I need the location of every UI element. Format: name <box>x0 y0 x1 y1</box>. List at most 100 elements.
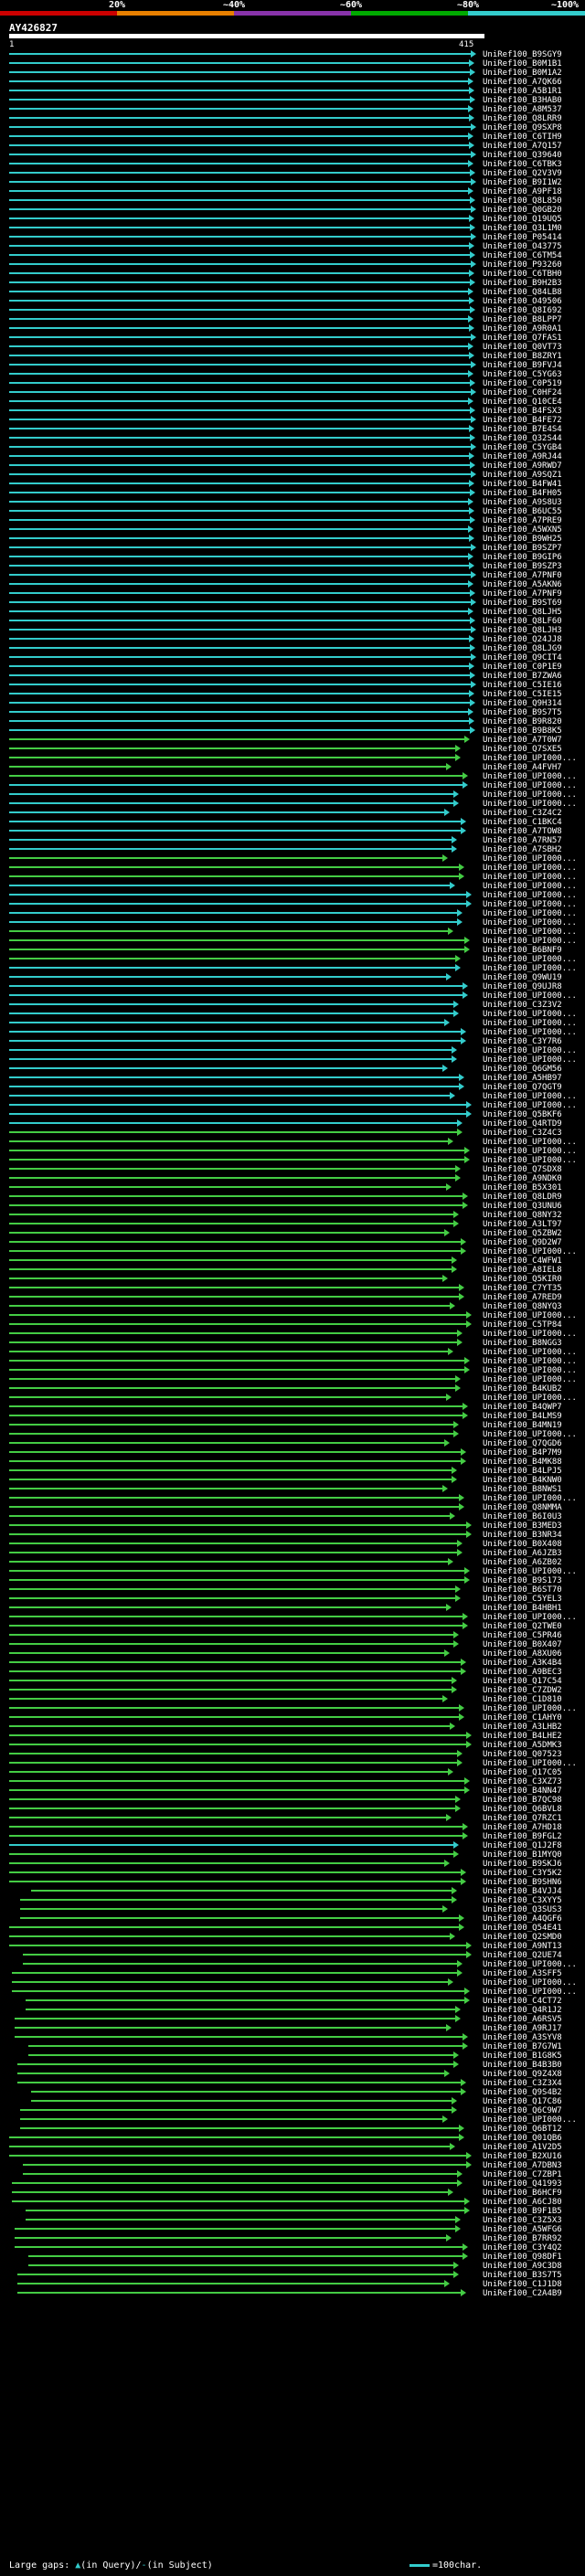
hit-label[interactable]: UniRef100_C6TBH0 <box>483 270 562 279</box>
hit-row[interactable]: UniRef100_Q5BKF6 <box>9 1110 562 1119</box>
hit-row[interactable]: UniRef100_Q3L1M0 <box>9 224 562 233</box>
hit-label[interactable]: UniRef100_Q6GM56 <box>483 1065 562 1074</box>
hit-label[interactable]: UniRef100_A5HB97 <box>483 1074 562 1083</box>
hit-label[interactable]: UniRef100_Q2SMD0 <box>483 1933 562 1942</box>
hit-label[interactable]: UniRef100_C1D810 <box>483 1695 562 1704</box>
hit-row[interactable]: UniRef100_B9FVJ4 <box>9 361 562 370</box>
hit-row[interactable]: UniRef100_C0P519 <box>9 379 562 388</box>
hit-row[interactable]: UniRef100_UPI000... <box>9 754 577 763</box>
hit-label[interactable]: UniRef100_B4FSX3 <box>483 407 562 416</box>
hit-row[interactable]: UniRef100_C1BKC4 <box>9 818 562 827</box>
hit-label[interactable]: UniRef100_Q8LJH5 <box>483 608 562 617</box>
hit-label[interactable]: UniRef100_UPI000... <box>483 928 577 937</box>
hit-row[interactable]: UniRef100_B3HAB0 <box>9 96 562 105</box>
hit-row[interactable]: UniRef100_A8M537 <box>9 105 562 114</box>
hit-row[interactable]: UniRef100_Q9SXP8 <box>9 123 562 133</box>
hit-row[interactable]: UniRef100_C3Z4C3 <box>9 1129 562 1138</box>
hit-row[interactable]: UniRef100_Q6BT12 <box>20 2125 562 2134</box>
hit-row[interactable]: UniRef100_UPI000... <box>9 900 577 909</box>
hit-label[interactable]: UniRef100_B4LHE2 <box>483 1732 562 1741</box>
hit-row[interactable]: UniRef100_UPI000... <box>12 1978 577 1988</box>
hit-row[interactable]: UniRef100_UPI000... <box>9 854 577 864</box>
hit-row[interactable]: UniRef100_A9C3D8 <box>28 2262 562 2271</box>
hit-label[interactable]: UniRef100_A8IEL8 <box>483 1266 562 1275</box>
hit-row[interactable]: UniRef100_A7PRE9 <box>9 516 562 525</box>
hit-label[interactable]: UniRef100_A3LHB2 <box>483 1723 562 1732</box>
hit-row[interactable]: UniRef100_B4FSX3 <box>9 407 562 416</box>
hit-label[interactable]: UniRef100_Q7SDX8 <box>483 1165 562 1174</box>
hit-row[interactable]: UniRef100_Q7QGT9 <box>9 1083 562 1092</box>
hit-label[interactable]: UniRef100_B4FH05 <box>483 489 562 498</box>
hit-row[interactable]: UniRef100_UPI000... <box>9 1613 577 1622</box>
hit-row[interactable]: UniRef100_B4MK88 <box>9 1458 562 1467</box>
hit-label[interactable]: UniRef100_B4KNW0 <box>483 1476 562 1485</box>
hit-label[interactable]: UniRef100_B9GIP6 <box>483 553 562 562</box>
hit-label[interactable]: UniRef100_B9FGL2 <box>483 1832 562 1841</box>
hit-row[interactable]: UniRef100_Q3SUS3 <box>20 1905 562 1914</box>
hit-label[interactable]: UniRef100_C1AHY0 <box>483 1713 562 1723</box>
hit-label[interactable]: UniRef100_A3LT97 <box>483 1220 562 1229</box>
hit-label[interactable]: UniRef100_A6JZB3 <box>483 1549 562 1558</box>
hit-row[interactable]: UniRef100_C3Y5K2 <box>9 1869 562 1878</box>
hit-label[interactable]: UniRef100_Q9D2W7 <box>483 1238 562 1247</box>
hit-label[interactable]: UniRef100_UPI000... <box>483 918 577 928</box>
hit-row[interactable]: UniRef100_Q4RTD9 <box>9 1119 562 1129</box>
hit-row[interactable]: UniRef100_B8NGG3 <box>9 1339 562 1348</box>
hit-row[interactable]: UniRef100_B3NR34 <box>9 1531 562 1540</box>
hit-row[interactable]: UniRef100_B9S173 <box>9 1576 562 1585</box>
hit-label[interactable]: UniRef100_P93260 <box>483 260 562 270</box>
hit-row[interactable]: UniRef100_B9SZP3 <box>9 562 562 571</box>
hit-label[interactable]: UniRef100_UPI000... <box>483 1759 577 1768</box>
hit-label[interactable]: UniRef100_UPI000... <box>483 2115 577 2125</box>
hit-row[interactable]: UniRef100_C5IE15 <box>9 690 562 699</box>
hit-row[interactable]: UniRef100_C7ZDW2 <box>9 1686 562 1695</box>
hit-row[interactable]: UniRef100_UPI000... <box>9 1430 577 1439</box>
hit-row[interactable]: UniRef100_A5WXN5 <box>9 525 562 535</box>
hit-row[interactable]: UniRef100_B4VJJ4 <box>31 1887 562 1896</box>
hit-row[interactable]: UniRef100_UPI000... <box>9 1019 577 1028</box>
hit-label[interactable]: UniRef100_A6CJ80 <box>483 2198 562 2207</box>
hit-row[interactable]: UniRef100_A9RJ17 <box>15 2024 562 2033</box>
hit-label[interactable]: UniRef100_Q5BKF6 <box>483 1110 562 1119</box>
hit-row[interactable]: UniRef100_Q8LF60 <box>9 617 562 626</box>
hit-label[interactable]: UniRef100_C3XYY5 <box>483 1896 562 1905</box>
hit-label[interactable]: UniRef100_UPI000... <box>483 1430 577 1439</box>
hit-row[interactable]: UniRef100_Q9WU19 <box>9 973 562 982</box>
hit-row[interactable]: UniRef100_Q9CIT4 <box>9 653 562 663</box>
hit-label[interactable]: UniRef100_B9R820 <box>483 717 562 726</box>
hit-row[interactable]: UniRef100_A4QGF6 <box>20 1914 562 1924</box>
hit-row[interactable]: UniRef100_Q8LRR9 <box>9 114 562 123</box>
hit-row[interactable]: UniRef100_C5YGB4 <box>9 443 562 452</box>
hit-label[interactable]: UniRef100_C6TM54 <box>483 251 562 260</box>
hit-label[interactable]: UniRef100_C7YT35 <box>483 1284 562 1293</box>
hit-label[interactable]: UniRef100_A9RJ17 <box>483 2024 562 2033</box>
hit-label[interactable]: UniRef100_Q8LRR9 <box>483 114 562 123</box>
hit-label[interactable]: UniRef100_B9SZP7 <box>483 544 562 553</box>
hit-row[interactable]: UniRef100_Q8NYQ3 <box>9 1302 562 1311</box>
hit-row[interactable]: UniRef100_Q9Z4X8 <box>17 2070 562 2079</box>
hit-label[interactable]: UniRef100_A4FVH7 <box>483 763 562 772</box>
hit-row[interactable]: UniRef100_B9S7T5 <box>9 708 562 717</box>
hit-row[interactable]: UniRef100_A5WFG6 <box>15 2225 562 2234</box>
hit-label[interactable]: UniRef100_A7PNF9 <box>483 589 562 599</box>
hit-row[interactable]: UniRef100_B9SGY9 <box>9 50 562 59</box>
hit-row[interactable]: UniRef100_C1AHY0 <box>9 1713 562 1723</box>
hit-label[interactable]: UniRef100_B5X301 <box>483 1183 562 1193</box>
hit-row[interactable]: UniRef100_Q6GM56 <box>9 1065 562 1074</box>
hit-label[interactable]: UniRef100_Q6BT12 <box>483 2125 562 2134</box>
hit-label[interactable]: UniRef100_Q8I692 <box>483 306 562 315</box>
hit-label[interactable]: UniRef100_UPI000... <box>483 1010 577 1019</box>
hit-row[interactable]: UniRef100_B9SZP7 <box>9 544 562 553</box>
hit-label[interactable]: UniRef100_Q7RZC1 <box>483 1814 562 1823</box>
hit-row[interactable]: UniRef100_B7RR92 <box>15 2234 562 2243</box>
hit-label[interactable]: UniRef100_C3Y4Q2 <box>483 2243 562 2253</box>
hit-label[interactable]: UniRef100_Q9CIT4 <box>483 653 562 663</box>
hit-row[interactable]: UniRef100_O49506 <box>9 297 562 306</box>
hit-row[interactable]: UniRef100_B9I1W2 <box>9 178 562 187</box>
hit-row[interactable]: UniRef100_UPI000... <box>9 790 577 800</box>
hit-label[interactable]: UniRef100_A7DBN3 <box>483 2161 562 2170</box>
hit-label[interactable]: UniRef100_Q3L1M0 <box>483 224 562 233</box>
hit-row[interactable]: UniRef100_Q8NY32 <box>9 1211 562 1220</box>
hit-row[interactable]: UniRef100_UPI000... <box>9 1311 577 1320</box>
hit-row[interactable]: UniRef100_A7HD18 <box>9 1823 562 1832</box>
